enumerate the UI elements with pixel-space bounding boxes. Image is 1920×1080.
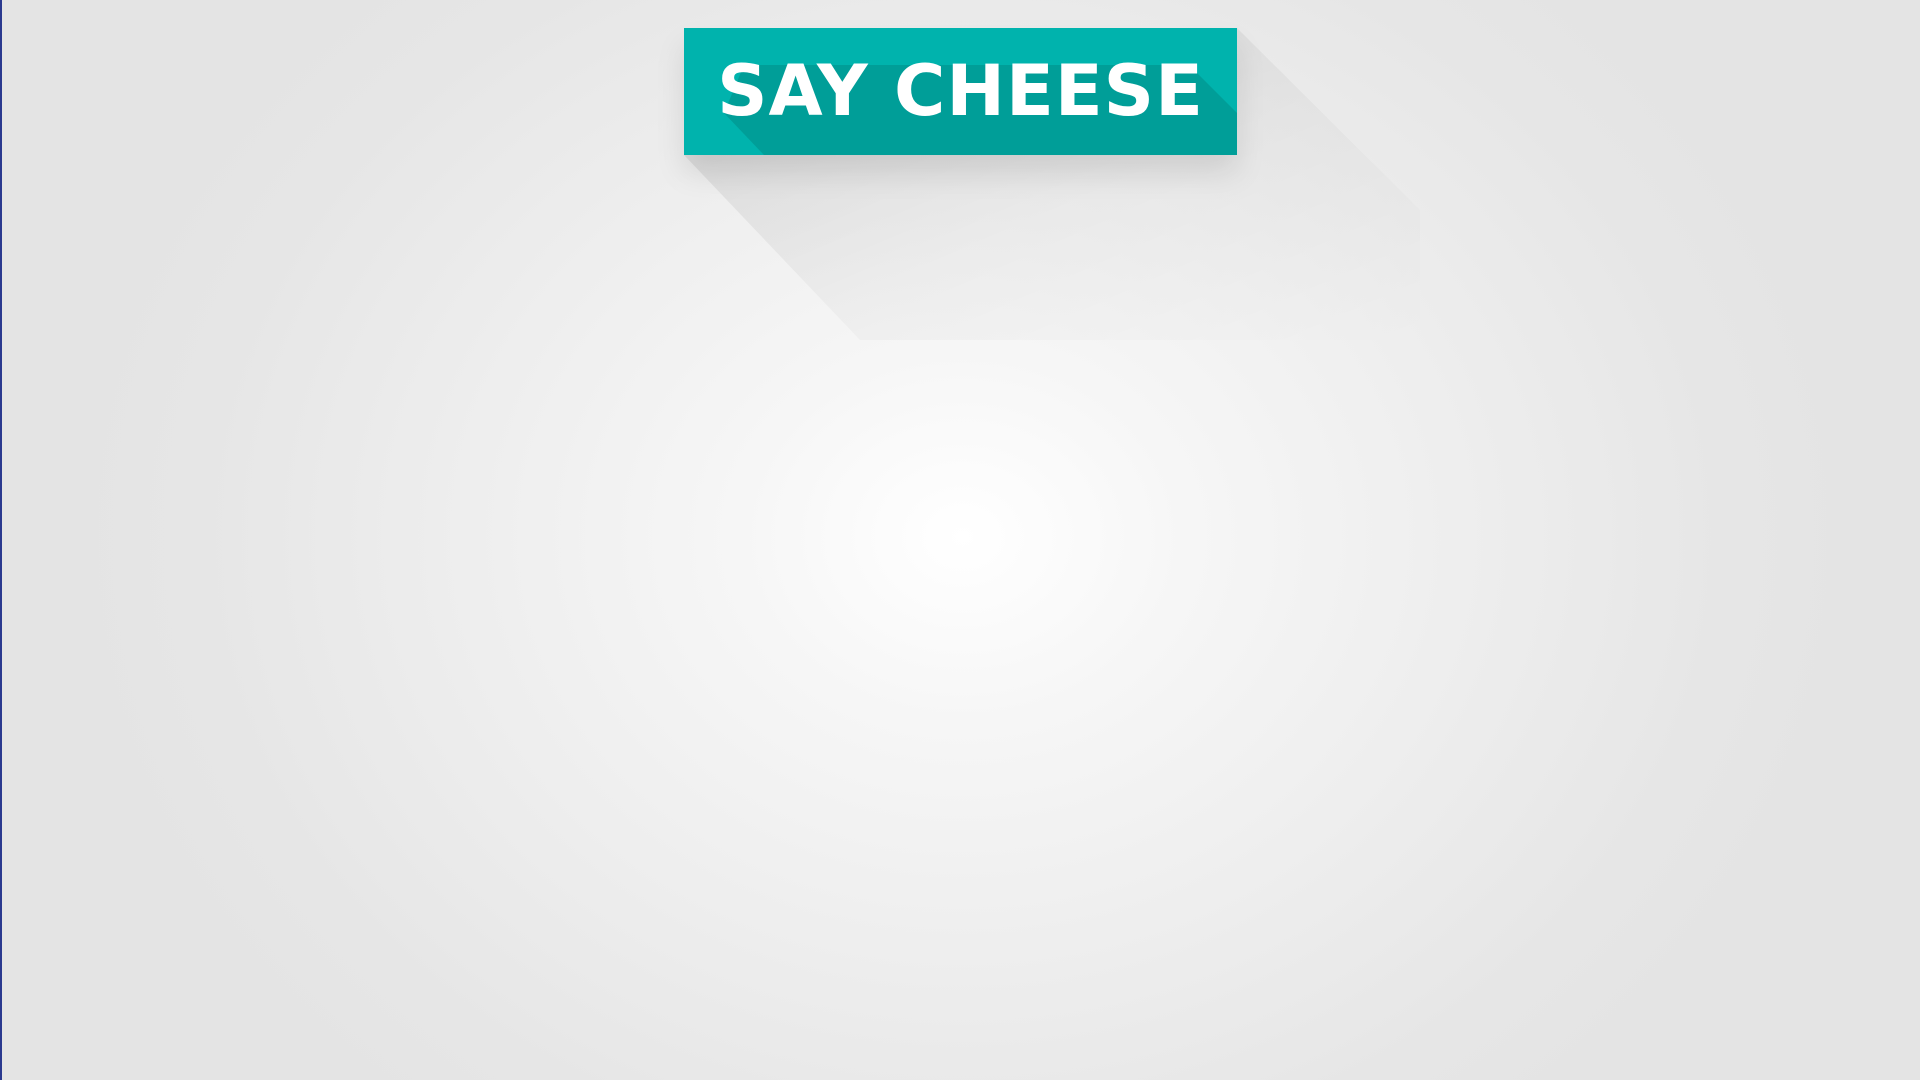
say-cheese-banner: SAY CHEESE	[684, 28, 1237, 155]
banner-long-shadow	[684, 28, 1420, 340]
window-left-border	[0, 0, 2, 1080]
banner-title: SAY CHEESE	[717, 50, 1204, 132]
